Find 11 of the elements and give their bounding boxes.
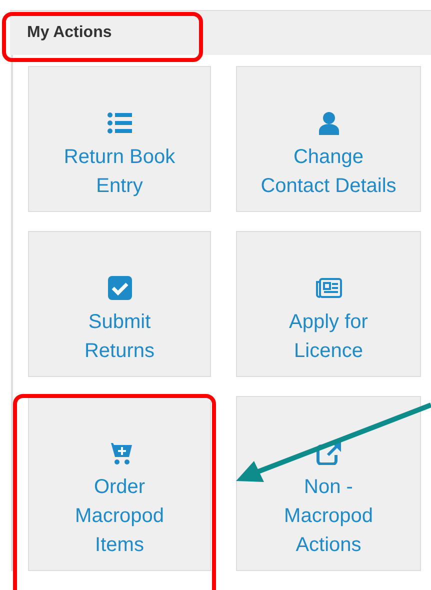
action-tile[interactable]: Submit Returns <box>28 231 211 377</box>
action-tile[interactable]: Non - Macropod Actions <box>236 396 421 571</box>
checkbox-icon <box>106 276 132 300</box>
action-tile[interactable]: Change Contact Details <box>236 66 421 212</box>
newspaper-icon <box>316 276 342 300</box>
list-icon <box>106 111 132 135</box>
action-tile[interactable]: Order Macropod Items <box>28 396 211 571</box>
action-tile[interactable]: Return Book Entry <box>28 66 211 212</box>
external-link-icon <box>316 441 342 465</box>
action-tile[interactable]: Apply for Licence <box>236 231 421 377</box>
panel-title: My Actions <box>27 23 112 43</box>
